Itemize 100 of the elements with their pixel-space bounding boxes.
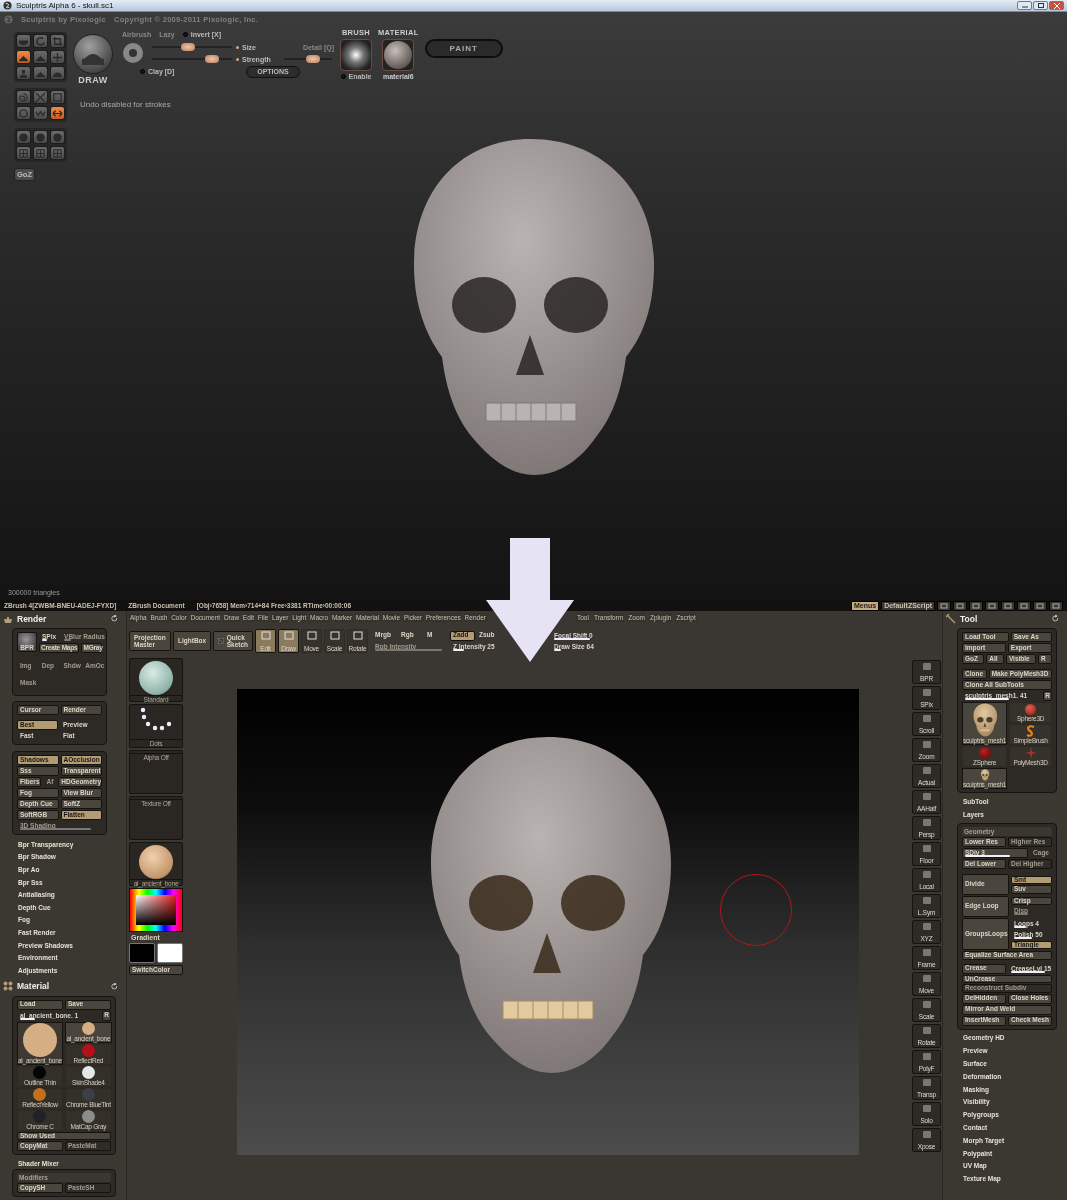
tool-button[interactable]: [16, 90, 31, 104]
grid-icon: [18, 147, 29, 159]
status-message: Undo disabled for strokes: [79, 100, 172, 109]
window-control-button[interactable]: [985, 600, 999, 611]
color-picker[interactable]: [129, 888, 183, 932]
slider-knob[interactable]: [181, 43, 195, 51]
window-control-button[interactable]: [937, 600, 951, 611]
grid-icon: [52, 147, 63, 159]
color-swatch[interactable]: [157, 943, 183, 963]
square-icon: [921, 974, 932, 983]
square-icon: [921, 844, 932, 853]
tool-button[interactable]: [33, 34, 48, 48]
brush-button[interactable]: [73, 34, 113, 74]
material-dots-icon: [3, 981, 13, 992]
tool-button[interactable]: [50, 34, 65, 48]
figure-icon: [18, 67, 29, 79]
palette-title: Render: [17, 613, 47, 624]
sphere-icon: [52, 131, 63, 143]
crop-icon: [52, 35, 63, 47]
tool-button[interactable]: [33, 66, 48, 80]
maximize-icon: [1037, 3, 1044, 8]
square-icon: [921, 1130, 932, 1139]
s-curve-icon: [1025, 725, 1037, 737]
ring-icon: [18, 107, 29, 119]
tool-button[interactable]: [16, 146, 31, 160]
hammer-icon: [946, 613, 956, 624]
tool-button[interactable]: [16, 34, 31, 48]
refresh-icon[interactable]: [1052, 615, 1059, 622]
tool-button[interactable]: [50, 90, 65, 104]
ring-icon: [122, 42, 144, 64]
skull-thumbnail: [979, 769, 990, 781]
square-icon: [921, 922, 932, 931]
minimize-icon: [1021, 3, 1028, 8]
sphere-icon: [35, 131, 46, 143]
sketch-icon: [218, 635, 224, 647]
mode-icon: [306, 631, 317, 640]
tool-button[interactable]: [16, 130, 31, 144]
maximize-button[interactable]: [1033, 1, 1048, 10]
square-icon: [921, 688, 932, 697]
brush-thumbnail: [139, 661, 173, 695]
tool-button[interactable]: [50, 106, 65, 120]
tool-button[interactable]: [50, 146, 65, 160]
square-icon: [921, 662, 932, 671]
window-control-button[interactable]: [1001, 600, 1015, 611]
mode-icon: [329, 631, 340, 640]
sphere-icon: [978, 747, 991, 759]
window-control-button[interactable]: [1049, 600, 1063, 611]
refresh-icon[interactable]: [111, 615, 118, 622]
tool-button[interactable]: [50, 66, 65, 80]
window-control-button[interactable]: [1033, 600, 1047, 611]
brush-preview[interactable]: [340, 39, 372, 71]
palette-title: Tool: [960, 613, 978, 624]
tool-button[interactable]: [50, 50, 65, 64]
tool-button[interactable]: [16, 50, 31, 64]
material-preview[interactable]: [382, 39, 415, 71]
mode-icon: [283, 631, 294, 640]
shader-ball: [139, 845, 173, 879]
x-icon: [35, 91, 46, 103]
window-control-button[interactable]: [953, 600, 967, 611]
window-control-button[interactable]: [969, 600, 983, 611]
document-canvas[interactable]: [237, 689, 859, 1155]
sphere-icon: [18, 131, 29, 143]
tool-button[interactable]: [33, 90, 48, 104]
brush-name: DRAW: [78, 75, 108, 85]
square-icon: [52, 91, 63, 103]
tool-button[interactable]: [50, 130, 65, 144]
palette-title: Material: [17, 981, 50, 992]
square-icon: [921, 1052, 932, 1061]
tool-button[interactable]: [16, 66, 31, 80]
close-button[interactable]: [1049, 1, 1064, 10]
tool-button[interactable]: [16, 106, 31, 120]
tool-button[interactable]: [33, 146, 48, 160]
square-icon: [921, 766, 932, 775]
slider-knob[interactable]: [305, 55, 320, 63]
close-icon: [1053, 2, 1060, 9]
refresh-icon[interactable]: [111, 982, 118, 990]
paint-button[interactable]: PAINT: [424, 39, 503, 58]
sphere-icon: [1025, 704, 1037, 715]
tool-button[interactable]: [33, 50, 48, 64]
square-icon: [921, 896, 932, 905]
slider-knob[interactable]: [205, 55, 219, 63]
window-title: Sculptris Alpha 6 - skull.sc1: [16, 1, 114, 10]
square-icon: [921, 1000, 932, 1009]
tool-button[interactable]: [33, 106, 48, 120]
cross-arrows-icon: [52, 51, 63, 63]
square-icon: [921, 818, 932, 827]
square-icon: [921, 740, 932, 749]
square-icon: [921, 870, 932, 879]
dots-stroke-icon: [139, 707, 173, 733]
square-icon: [921, 714, 932, 723]
mode-icon: [260, 631, 271, 640]
color-swatch[interactable]: [129, 943, 155, 963]
grid-icon: [35, 147, 46, 159]
zigzag-icon: [35, 107, 46, 119]
window-control-button[interactable]: [1017, 600, 1031, 611]
square-icon: [921, 792, 932, 801]
tool-button[interactable]: [33, 130, 48, 144]
swirl-icon: [18, 91, 29, 103]
square-icon: [921, 948, 932, 957]
mound-icon: [82, 53, 104, 65]
